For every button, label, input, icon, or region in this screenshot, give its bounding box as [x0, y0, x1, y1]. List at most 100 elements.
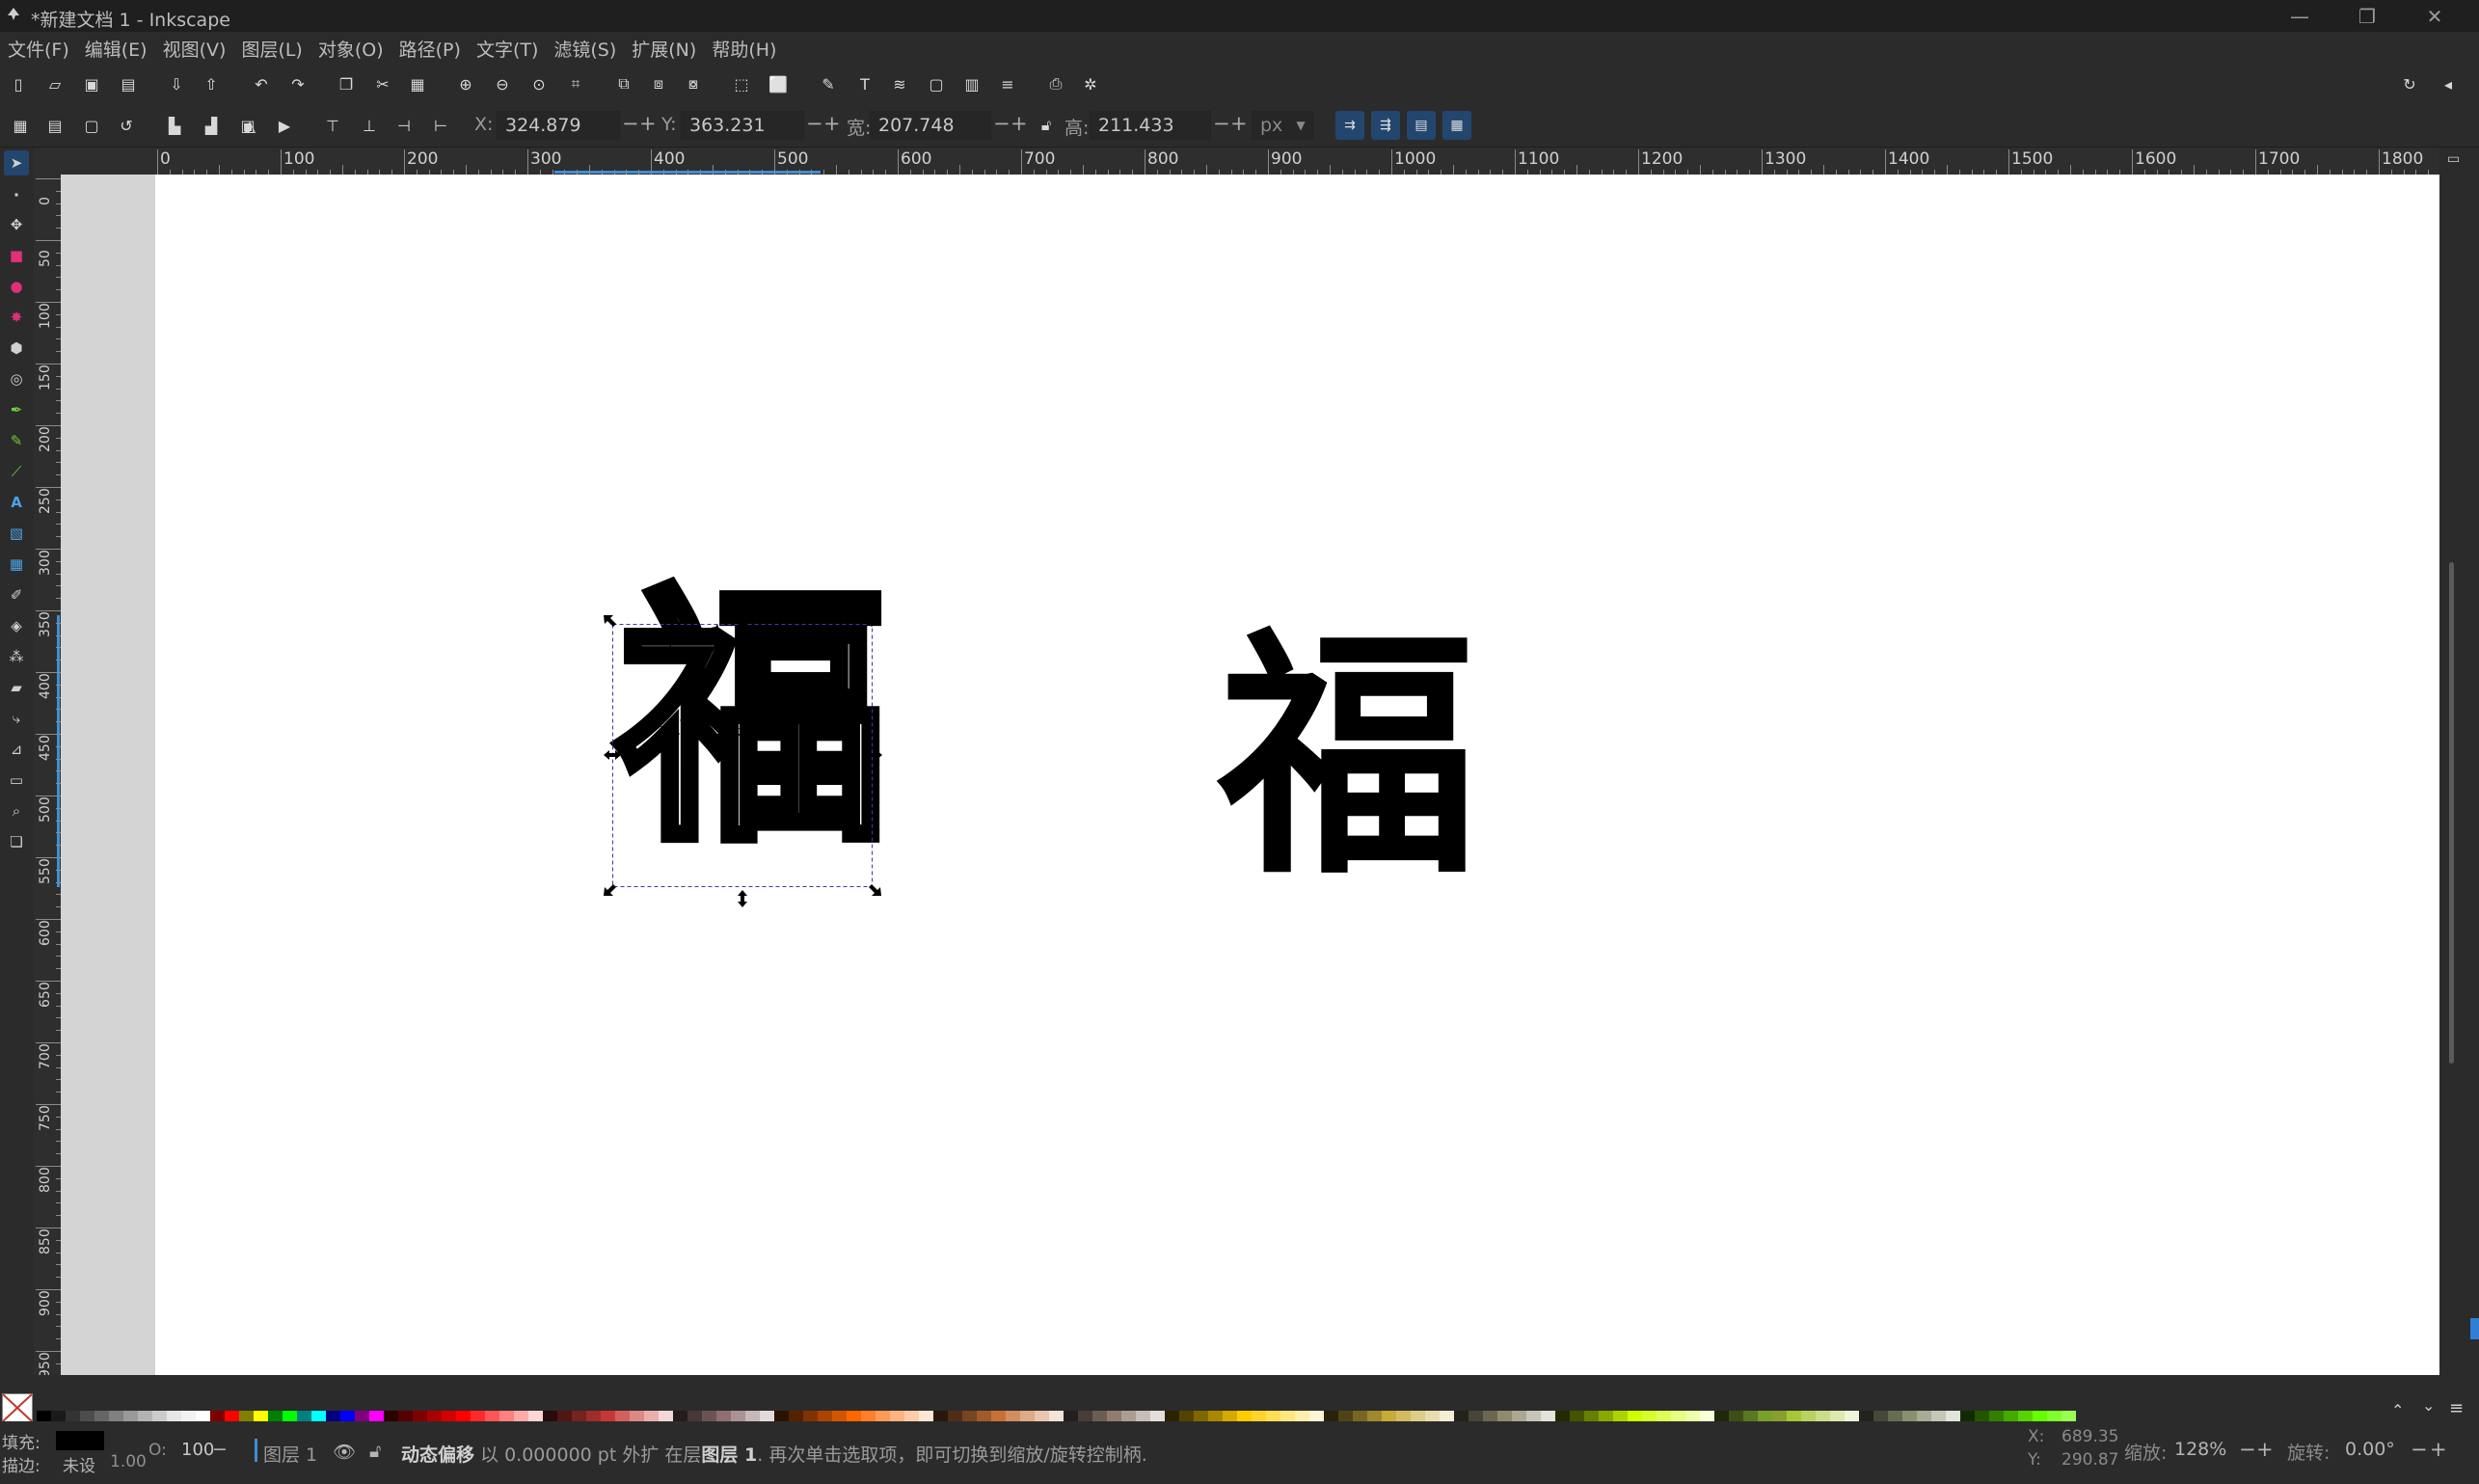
- opacity-decrement[interactable]: −: [212, 1439, 228, 1460]
- no-paint-swatch-icon[interactable]: [2, 1393, 33, 1422]
- xml-editor-icon[interactable]: ▢: [924, 71, 949, 96]
- canvas[interactable]: 福 福: [61, 175, 2439, 1375]
- height-decrement[interactable]: −: [1213, 112, 1230, 135]
- move-gradients-icon[interactable]: ▤: [1407, 111, 1436, 140]
- menu-extensions[interactable]: 扩展(N): [624, 36, 704, 62]
- stroke-width-value[interactable]: 1.00: [110, 1452, 147, 1471]
- x-input[interactable]: 324.879: [497, 111, 620, 140]
- palette-menu-icon[interactable]: ≡: [2449, 1398, 2464, 1418]
- copy-icon[interactable]: ❐: [334, 71, 359, 96]
- raise-one-icon[interactable]: ⊥: [357, 113, 382, 138]
- zoom-drawing-icon[interactable]: ⊖: [490, 71, 515, 96]
- minimize-button[interactable]: —: [2266, 0, 2333, 32]
- handle-left[interactable]: [604, 750, 621, 760]
- spray-tool-icon[interactable]: ⁂: [4, 644, 29, 669]
- maximize-button[interactable]: ❐: [2333, 0, 2401, 32]
- measure-tool-icon[interactable]: ⊿: [4, 737, 29, 762]
- rotate-90-ccw-icon[interactable]: ↺: [114, 113, 139, 138]
- lower-to-bottom-icon[interactable]: ▟: [199, 113, 224, 138]
- rotate-increment[interactable]: +: [2430, 1438, 2447, 1461]
- handle-bottom[interactable]: [738, 890, 747, 907]
- y-increment[interactable]: +: [823, 112, 841, 135]
- paste-icon[interactable]: ▦: [405, 71, 430, 96]
- layer-visibility-icon[interactable]: 👁︎: [333, 1441, 356, 1463]
- zoom-selection-icon[interactable]: ⊕: [453, 71, 478, 96]
- fill-indicator[interactable]: [56, 1431, 104, 1450]
- document-properties-icon[interactable]: ⎙: [1043, 71, 1068, 96]
- handle-right[interactable]: [865, 750, 882, 760]
- menu-file[interactable]: 文件(F): [0, 36, 77, 62]
- cut-icon[interactable]: ✂: [370, 71, 395, 96]
- dropper-tool-icon[interactable]: ✐: [4, 582, 29, 607]
- ellipse-tool-icon[interactable]: ●: [4, 274, 29, 299]
- palette-scroll-up-icon[interactable]: ⌃: [2391, 1401, 2404, 1419]
- zoom-width-icon[interactable]: ⌗: [563, 71, 588, 96]
- text-font-icon[interactable]: T: [852, 71, 877, 96]
- gradient-tool-icon[interactable]: ▧: [4, 521, 29, 546]
- handle-top-left[interactable]: [604, 615, 616, 627]
- raise-icon[interactable]: ⊤: [320, 113, 345, 138]
- flip-vertical-icon[interactable]: ▶: [272, 113, 297, 138]
- height-input[interactable]: 211.433: [1090, 111, 1211, 140]
- undo-icon[interactable]: ↶: [249, 71, 274, 96]
- menu-text[interactable]: 文字(T): [469, 36, 546, 62]
- paint-bucket-tool-icon[interactable]: ◈: [4, 613, 29, 638]
- unlink-clone-icon[interactable]: ⧇: [681, 71, 706, 96]
- solid-fu-glyph[interactable]: 福: [1203, 613, 1493, 903]
- open-icon[interactable]: ▱: [42, 71, 67, 96]
- node-tool-icon[interactable]: ⬝: [4, 181, 29, 206]
- pencil-tool-icon[interactable]: ✎: [4, 428, 29, 453]
- scale-corners-icon[interactable]: ⇶: [1371, 111, 1400, 140]
- width-increment[interactable]: +: [1010, 112, 1028, 135]
- current-layer[interactable]: 图层 1: [263, 1441, 317, 1467]
- zoom-tool-icon[interactable]: ⌕: [4, 798, 29, 823]
- handle-top-right[interactable]: [869, 615, 881, 627]
- y-input[interactable]: 363.231: [681, 111, 804, 140]
- menu-filters[interactable]: 滤镜(S): [546, 36, 624, 62]
- handle-top[interactable]: [738, 610, 747, 628]
- flip-horizontal-icon[interactable]: ◭: [237, 113, 262, 138]
- tweak-tool-icon[interactable]: ✥: [4, 212, 29, 237]
- menu-edit[interactable]: 编辑(E): [77, 36, 155, 62]
- x-increment[interactable]: +: [639, 112, 657, 135]
- zoom-decrement[interactable]: −: [2239, 1438, 2256, 1461]
- pages-tool-icon[interactable]: ❏: [4, 829, 29, 854]
- lock-ratio-icon[interactable]: 🔓︎: [1034, 113, 1059, 138]
- rectangle-tool-icon[interactable]: ■: [4, 243, 29, 268]
- mesh-tool-icon[interactable]: ▦: [4, 552, 29, 577]
- select-all-layers-icon[interactable]: ▤: [42, 113, 67, 138]
- scale-stroke-icon[interactable]: ⇉: [1335, 111, 1364, 140]
- menu-view[interactable]: 视图(V): [155, 36, 234, 62]
- handle-bottom-right[interactable]: [869, 884, 881, 896]
- lpe-tool-icon[interactable]: ▭: [4, 768, 29, 793]
- rotate-input[interactable]: 0.00°: [2345, 1439, 2395, 1460]
- palette-scroll-down-icon[interactable]: ⌄: [2422, 1396, 2435, 1415]
- lower-bottom-icon[interactable]: ⊢: [428, 113, 453, 138]
- zoom-input[interactable]: 128%: [2174, 1439, 2226, 1460]
- width-input[interactable]: 207.748: [870, 111, 991, 140]
- eraser-tool-icon[interactable]: ▰: [4, 675, 29, 700]
- deselect-icon[interactable]: ▢: [79, 113, 104, 138]
- vertical-scrollbar[interactable]: [2449, 562, 2454, 1064]
- connector-tool-icon[interactable]: ⤷: [4, 706, 29, 731]
- rotate-decrement[interactable]: −: [2411, 1438, 2428, 1461]
- width-decrement[interactable]: −: [993, 112, 1010, 135]
- fill-stroke-icon[interactable]: ✎: [816, 71, 841, 96]
- menu-help[interactable]: 帮助(H): [704, 36, 784, 62]
- zoom-page-icon[interactable]: ⊙: [526, 71, 552, 96]
- group-icon[interactable]: ⬚: [729, 71, 754, 96]
- spiral-tool-icon[interactable]: ◎: [4, 366, 29, 391]
- duplicate-icon[interactable]: ⧉: [611, 71, 636, 96]
- redo-icon[interactable]: ↷: [285, 71, 310, 96]
- height-increment[interactable]: +: [1230, 112, 1248, 135]
- scale-handles[interactable]: [604, 610, 882, 907]
- save-icon[interactable]: ▣: [79, 71, 104, 96]
- selector-tool-icon[interactable]: ➤: [4, 150, 29, 175]
- y-decrement[interactable]: −: [806, 112, 823, 135]
- menu-path[interactable]: 路径(P): [391, 36, 469, 62]
- more-commands-icon[interactable]: ◂: [2436, 71, 2461, 96]
- layer-lock-icon[interactable]: 🔓︎: [369, 1441, 381, 1462]
- lower-one-icon[interactable]: ⊣: [391, 113, 417, 138]
- preferences-icon[interactable]: ✲: [1078, 71, 1103, 96]
- ungroup-icon[interactable]: ⬜: [766, 71, 791, 96]
